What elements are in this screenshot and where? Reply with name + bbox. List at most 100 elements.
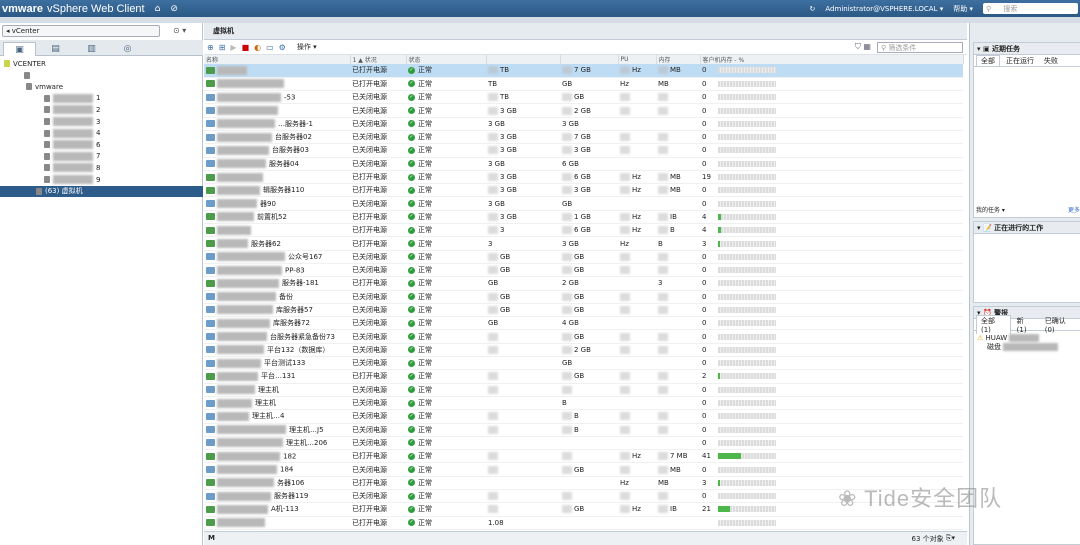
tab-failed[interactable]: 失败: [1040, 56, 1062, 66]
table-row[interactable]: 台服务器02 已关闭电源 ✓ 正常 3 GB 7 GB 0: [204, 130, 963, 145]
vcenter-selector[interactable]: ◂ vCenter: [2, 25, 160, 37]
tree-node[interactable]: 9: [0, 174, 100, 185]
table-row[interactable]: 服务器04 已关闭电源 ✓ 正常 3 GB 6 GB 0: [204, 157, 963, 171]
help-menu[interactable]: 帮助 ▾: [953, 4, 973, 14]
table-row[interactable]: 器90 已关闭电源 ✓ 正常 3 GB GB 0: [204, 196, 963, 211]
cell-text: 3: [500, 226, 505, 235]
hosts-tab[interactable]: ▣: [3, 42, 36, 56]
storage-tab[interactable]: ▥: [75, 42, 108, 56]
alarm-tab-all[interactable]: 全部 (1): [976, 315, 1011, 334]
tab-running[interactable]: 正在运行: [1002, 56, 1038, 66]
new-vm-icon[interactable]: ⊕: [207, 43, 214, 52]
settings-icon[interactable]: ⚙: [279, 43, 286, 52]
table-row[interactable]: 库服务器72 已关闭电源 ✓ 正常 GB 4 GB 0: [204, 316, 963, 331]
table-row[interactable]: 184 已关闭电源 ✓ 正常 GB MB 0: [204, 462, 963, 477]
tree-node[interactable]: 4: [0, 128, 100, 139]
alarm-tab-new[interactable]: 新 (1): [1013, 316, 1039, 334]
table-row[interactable]: -53 已关闭电源 ✓ 正常 TB GB 0: [204, 90, 963, 105]
cell-st: ✓ 正常: [406, 409, 486, 424]
table-row[interactable]: 已关闭电源 ✓ 正常 3 GB 2 GB 0: [204, 103, 963, 118]
my-tasks-menu[interactable]: 我的任务 ▾: [976, 207, 1005, 214]
deploy-icon[interactable]: ⊞: [219, 43, 226, 52]
table-row[interactable]: 理主机…J5 已关闭电源 ✓ 正常 B 0: [204, 423, 963, 437]
vm-icon: [206, 452, 215, 460]
tree-node[interactable]: 2: [0, 104, 100, 115]
column-header[interactable]: PU: [618, 55, 657, 64]
filter-icons[interactable]: ⛉ ▦: [855, 42, 871, 52]
table-row[interactable]: 已打开电源 ✓ 正常 3 GB 6 GB Hz MB 19: [204, 170, 963, 185]
table-row[interactable]: 库服务器57 已关闭电源 ✓ 正常 GB GB 0: [204, 303, 963, 318]
copy-icon[interactable]: ⎘▾: [944, 534, 955, 543]
recent-tasks-header[interactable]: ▾ ▣ 近期任务: [974, 43, 1080, 55]
search-input[interactable]: ⚲ 搜索: [983, 3, 1078, 14]
cell-text: 正常: [418, 305, 432, 314]
table-row[interactable]: 服务器-181 已打开电源 ✓ 正常 GB 2 GB 3 0: [204, 276, 963, 291]
export-icon[interactable]: M: [208, 534, 215, 542]
table-row[interactable]: 备份 已关闭电源 ✓ 正常 GB GB 0: [204, 290, 963, 304]
tree-node[interactable]: 7: [0, 151, 100, 162]
table-row[interactable]: 理主机 已关闭电源 ✓ 正常 B 0: [204, 396, 963, 411]
table-row[interactable]: 已打开电源 ✓ 正常 1.08: [204, 516, 963, 530]
network-tab[interactable]: ◎: [111, 42, 144, 56]
cell-cond: 已关闭电源: [350, 383, 406, 397]
alarm-tab-ack[interactable]: 已确认 (0): [1041, 316, 1080, 334]
home-icon[interactable]: ⌂: [155, 4, 161, 14]
pin-icon[interactable]: ⊙ ▾: [173, 26, 186, 35]
tab-all[interactable]: 全部: [976, 55, 1000, 66]
tree-node[interactable]: (63) 虚拟机: [0, 185, 203, 197]
table-row[interactable]: 理主机…206 已关闭电源 ✓ 正常 0: [204, 436, 963, 451]
tree-node[interactable]: 6: [0, 139, 100, 150]
table-row[interactable]: 平台…131 已打开电源 ✓ 正常 GB 2: [204, 369, 963, 384]
vms-tab[interactable]: ▤: [39, 42, 72, 56]
column-header[interactable]: 1 ▲ 状况: [350, 55, 407, 64]
alarm-item[interactable]: ⚠ HUAW 磁盘: [974, 331, 1080, 355]
console-icon[interactable]: ▭: [266, 43, 274, 52]
column-header[interactable]: [486, 55, 561, 64]
table-row[interactable]: PP-83 已关闭电源 ✓ 正常 GB GB 0: [204, 263, 963, 278]
tree-node[interactable]: vmware: [0, 81, 63, 92]
table-footer: M 63 个对象 ⎘▾: [204, 531, 967, 545]
column-header[interactable]: 名称: [204, 55, 351, 64]
table-row[interactable]: 服务器62 已打开电源 ✓ 正常 3 3 GB Hz B 3: [204, 236, 963, 251]
table-row[interactable]: 已打开电源 ✓ 正常 TB GB Hz MB 0: [204, 77, 963, 92]
power-on-icon[interactable]: ▶: [230, 43, 236, 52]
work-in-progress-header[interactable]: ▾ 📝 正在进行的工作: [974, 222, 1080, 234]
cell-text: 正常: [418, 372, 432, 381]
table-row[interactable]: 已打开电源 ✓ 正常 TB 7 GB Hz MB 0: [204, 64, 963, 78]
cell-name: 台服务器03: [204, 143, 350, 158]
column-header[interactable]: 内存: [656, 55, 701, 64]
tree-node[interactable]: [0, 70, 33, 81]
table-row[interactable]: 台服务器紧急备份73 已关闭电源 ✓ 正常 GB 0: [204, 329, 963, 344]
table-row[interactable]: 平台测试133 已关闭电源 ✓ 正常 GB 0: [204, 356, 963, 371]
table-row[interactable]: 182 已打开电源 ✓ 正常 Hz 7 MB 41: [204, 449, 963, 464]
table-row[interactable]: 平台132（数据库） 已关闭电源 ✓ 正常 2 GB 0: [204, 343, 963, 358]
table-row[interactable]: 已打开电源 ✓ 正常 3 6 GB Hz B 4: [204, 223, 963, 238]
table-row[interactable]: 理主机 已关闭电源 ✓ 正常 0: [204, 383, 963, 397]
cell-text: 公众号167: [288, 252, 323, 261]
refresh-icon[interactable]: ↻: [810, 5, 816, 13]
column-header[interactable]: 状态: [406, 55, 487, 64]
table-row[interactable]: 辑服务器110 已打开电源 ✓ 正常 3 GB 3 GB Hz MB 0: [204, 183, 963, 198]
power-off-icon[interactable]: ■: [242, 43, 250, 52]
user-menu[interactable]: Administrator@VSPHERE.LOCAL ▾: [825, 5, 943, 13]
table-row[interactable]: 公众号167 已关闭电源 ✓ 正常 GB GB 0: [204, 250, 963, 264]
filter-input[interactable]: ⚲ 筛选条件: [877, 42, 963, 53]
column-header[interactable]: [560, 55, 619, 64]
table-row[interactable]: 台服务器03 已关闭电源 ✓ 正常 3 GB 3 GB 0: [204, 143, 963, 158]
tree-node[interactable]: 8: [0, 162, 100, 173]
table-row[interactable]: 理主机…4 已关闭电源 ✓ 正常 B 0: [204, 409, 963, 424]
cell-name: PP-83: [204, 263, 350, 278]
redacted-block: [488, 252, 498, 261]
column-header[interactable]: 客户机内存 - %: [700, 55, 964, 64]
history-icon[interactable]: ⊘: [170, 4, 178, 14]
tree-node[interactable]: VCENTER: [0, 58, 46, 69]
tree-node[interactable]: 1: [0, 93, 100, 104]
more-link[interactable]: 更多: [1068, 205, 1080, 214]
actions-menu[interactable]: 操作 ▾: [297, 42, 317, 52]
vm-icon: [206, 306, 215, 314]
redacted-block: [620, 93, 630, 102]
tree-node[interactable]: 3: [0, 116, 100, 127]
suspend-icon[interactable]: ◐: [254, 43, 261, 52]
table-row[interactable]: …服务器-1 已关闭电源 ✓ 正常 3 GB 3 GB 0: [204, 117, 963, 131]
table-row[interactable]: 前置机52 已打开电源 ✓ 正常 3 GB 1 GB Hz IB 4: [204, 210, 963, 225]
